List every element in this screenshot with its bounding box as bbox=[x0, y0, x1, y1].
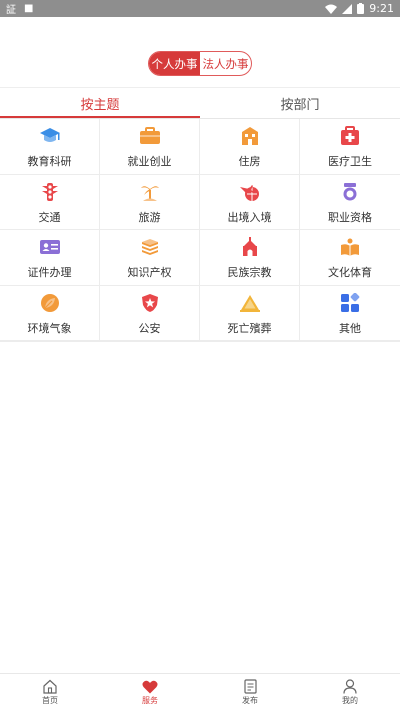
category-label: 文化体育 bbox=[328, 266, 372, 279]
corporate-affairs-button[interactable]: 法人办事 bbox=[200, 52, 251, 75]
status-time: 9:21 bbox=[369, 2, 394, 15]
category-employment[interactable]: 就业创业 bbox=[100, 119, 200, 175]
nav-label: 发布 bbox=[242, 696, 258, 705]
building-icon bbox=[239, 125, 261, 147]
category-label: 医疗卫生 bbox=[328, 155, 372, 168]
category-entry-exit[interactable]: 出境入境 bbox=[200, 174, 300, 230]
nav-services[interactable]: 服务 bbox=[100, 674, 200, 711]
category-label: 交通 bbox=[38, 210, 61, 224]
traffic-light-icon bbox=[39, 181, 61, 203]
personal-affairs-button[interactable]: 个人办事 bbox=[149, 52, 200, 75]
nav-label: 服务 bbox=[142, 695, 158, 705]
category-certificate[interactable]: 证件办理 bbox=[0, 230, 100, 286]
medal-icon bbox=[339, 181, 361, 203]
nav-label: 首页 bbox=[42, 696, 58, 705]
police-badge-icon bbox=[139, 292, 161, 314]
category-housing[interactable]: 住房 bbox=[200, 119, 300, 175]
signal-icon bbox=[342, 3, 353, 14]
status-left: 証 ■ bbox=[6, 1, 33, 16]
bottom-navigation: 首页 服务 发布 我的 bbox=[0, 673, 400, 711]
status-bar: 証 ■ 9:21 bbox=[0, 0, 400, 17]
status-right: 9:21 bbox=[325, 2, 394, 15]
category-tabs: 按主题 按部门 bbox=[0, 88, 400, 118]
open-book-icon bbox=[339, 236, 361, 258]
briefcase-icon bbox=[139, 125, 161, 147]
book-stack-icon bbox=[139, 236, 161, 258]
graduation-cap-icon bbox=[39, 125, 61, 147]
category-label: 教育科研 bbox=[27, 155, 72, 168]
category-healthcare[interactable]: 医疗卫生 bbox=[300, 119, 400, 175]
category-label: 旅游 bbox=[138, 210, 161, 224]
category-label: 住房 bbox=[238, 155, 261, 168]
category-label: 出境入境 bbox=[227, 210, 272, 224]
category-transport[interactable]: 交通 bbox=[0, 174, 100, 230]
category-culture-sports[interactable]: 文化体育 bbox=[300, 230, 400, 286]
wifi-icon bbox=[325, 4, 338, 14]
medical-kit-icon bbox=[339, 125, 361, 147]
apps-grid-icon bbox=[339, 292, 361, 314]
handling-type-toggle: 个人办事 法人办事 bbox=[148, 51, 252, 76]
category-grid: 教育科研 就业创业 住房 医疗卫生 交通 旅游 出境入境 职业资格 证件办理 知… bbox=[0, 119, 400, 342]
category-label: 职业资格 bbox=[328, 210, 372, 224]
category-others[interactable]: 其他 bbox=[300, 286, 400, 341]
category-label: 其他 bbox=[339, 321, 361, 335]
category-professional-qualification[interactable]: 职业资格 bbox=[300, 175, 400, 230]
user-icon bbox=[343, 679, 357, 694]
home-icon bbox=[43, 679, 57, 694]
document-icon bbox=[243, 679, 257, 694]
nav-home[interactable]: 首页 bbox=[0, 674, 100, 711]
plane-globe-icon bbox=[239, 181, 261, 203]
category-label: 死亡殯葬 bbox=[227, 321, 272, 335]
category-public-security[interactable]: 公安 bbox=[100, 285, 200, 341]
category-intellectual-property[interactable]: 知识产权 bbox=[100, 230, 200, 286]
category-death-funeral[interactable]: 死亡殯葬 bbox=[200, 285, 300, 341]
category-environment-weather[interactable]: 环境气象 bbox=[0, 285, 100, 341]
palm-tree-icon bbox=[139, 181, 161, 203]
tab-by-theme[interactable]: 按主题 bbox=[0, 88, 200, 118]
battery-icon bbox=[357, 3, 365, 14]
id-card-icon bbox=[39, 236, 61, 258]
notification-icon-1: 証 bbox=[6, 5, 16, 16]
tab-by-department[interactable]: 按部门 bbox=[200, 88, 400, 118]
heart-icon bbox=[142, 680, 158, 693]
category-label: 民族宗教 bbox=[227, 266, 272, 279]
temple-icon bbox=[239, 236, 261, 258]
nav-publish[interactable]: 发布 bbox=[200, 674, 300, 711]
notification-icon-2: ■ bbox=[24, 3, 34, 14]
category-education[interactable]: 教育科研 bbox=[0, 119, 100, 175]
category-tourism[interactable]: 旅游 bbox=[100, 174, 200, 230]
nav-label: 我的 bbox=[342, 696, 358, 705]
category-label: 就业创业 bbox=[127, 155, 172, 168]
nav-mine[interactable]: 我的 bbox=[300, 674, 400, 711]
category-label: 知识产权 bbox=[127, 266, 172, 279]
leaf-icon bbox=[39, 292, 61, 314]
warning-triangle-icon bbox=[239, 292, 261, 314]
category-ethnic-religion[interactable]: 民族宗教 bbox=[200, 230, 300, 286]
category-label: 环境气象 bbox=[27, 321, 72, 335]
category-label: 证件办理 bbox=[27, 266, 72, 279]
category-label: 公安 bbox=[138, 321, 161, 335]
